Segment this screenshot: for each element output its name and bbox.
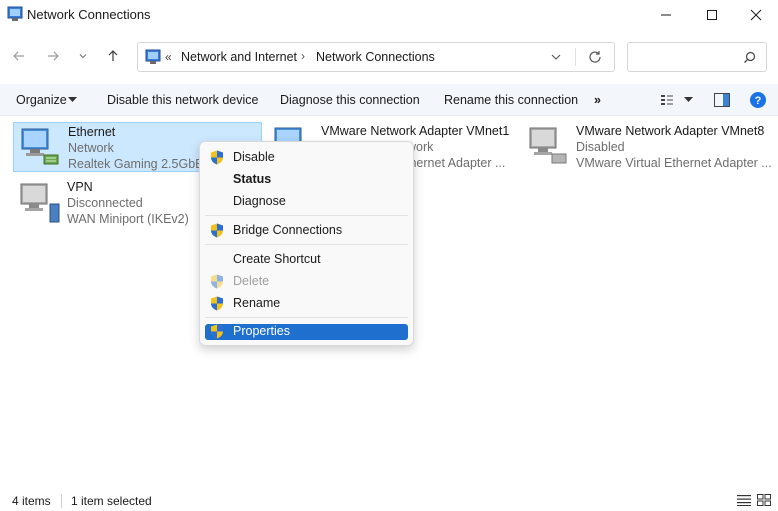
maximize-icon	[707, 10, 717, 20]
item-text: VPN Disconnected WAN Miniport (IKEv2)	[67, 179, 189, 227]
close-icon	[750, 9, 762, 21]
address-dropdown-icon[interactable]	[550, 51, 562, 63]
item-text: VMware Network Adapter VMnet8 Disabled V…	[576, 123, 772, 171]
up-button[interactable]	[101, 42, 125, 70]
status-divider	[61, 494, 62, 508]
maximize-button[interactable]	[690, 0, 734, 30]
menu-item-label: Create Shortcut	[233, 252, 321, 266]
rename-connection-button[interactable]: Rename this connection	[444, 93, 578, 107]
help-icon[interactable]: ?	[750, 92, 766, 108]
menu-item-bridge-connections[interactable]: Bridge Connections	[205, 222, 408, 240]
minimize-icon	[661, 14, 671, 16]
refresh-icon[interactable]	[587, 49, 603, 65]
menu-item-create-shortcut[interactable]: Create Shortcut	[205, 251, 408, 269]
item-name: VMware Network Adapter VMnet8	[576, 124, 765, 138]
menu-item-status[interactable]: Status	[205, 171, 408, 189]
item-name: VMware Network Adapter VMnet1	[321, 124, 510, 138]
selection-count: 1 item selected	[71, 494, 152, 508]
breadcrumb-separator: ›	[301, 49, 305, 63]
item-device: Realtek Gaming 2.5GbE F	[68, 157, 215, 171]
change-view-icon[interactable]	[660, 93, 674, 107]
details-view-icon[interactable]	[737, 494, 751, 506]
address-bar[interactable]: « Network and Internet › Network Connect…	[137, 42, 615, 72]
connection-item-vmnet8[interactable]: VMware Network Adapter VMnet8 Disabled V…	[522, 122, 772, 172]
arrow-left-icon	[13, 51, 24, 61]
search-box[interactable]	[627, 42, 767, 72]
organize-caret-icon[interactable]	[68, 97, 77, 103]
context-menu: Disable Status Diagnose Bridge Connectio…	[199, 141, 414, 346]
item-status: Disabled	[576, 140, 625, 154]
menu-separator	[205, 244, 408, 245]
diagnose-connection-button[interactable]: Diagnose this connection	[280, 93, 420, 107]
menu-item-label: Disable	[233, 150, 275, 164]
window-title: Network Connections	[27, 7, 151, 22]
arrow-right-icon	[48, 51, 59, 61]
disable-device-button[interactable]: Disable this network device	[107, 93, 258, 107]
item-status: Disconnected	[67, 196, 143, 210]
large-icons-view-icon[interactable]	[757, 494, 771, 506]
menu-item-label: Diagnose	[233, 194, 286, 208]
uac-shield-icon	[211, 274, 223, 289]
menu-item-rename[interactable]: Rename	[205, 295, 408, 313]
menu-separator	[205, 215, 408, 216]
disabled-adapter-icon	[529, 127, 567, 164]
svg-text:?: ?	[755, 95, 762, 107]
item-status: Network	[68, 141, 114, 155]
forward-button[interactable]	[41, 42, 65, 70]
network-connections-app-icon	[7, 6, 23, 21]
menu-item-label: Bridge Connections	[233, 223, 343, 237]
menu-item-label: Properties	[233, 324, 290, 338]
breadcrumb-overflow[interactable]: «	[165, 50, 172, 64]
item-count: 4 items	[12, 494, 51, 508]
item-name: VPN	[67, 180, 93, 194]
menu-item-delete: Delete	[205, 273, 408, 291]
uac-shield-icon	[211, 296, 223, 311]
menu-item-diagnose[interactable]: Diagnose	[205, 193, 408, 211]
uac-shield-icon	[211, 324, 223, 339]
menu-separator	[205, 317, 408, 318]
address-divider	[575, 48, 576, 66]
item-device: WAN Miniport (IKEv2)	[67, 212, 189, 226]
back-button[interactable]	[7, 42, 31, 70]
recent-locations-button[interactable]	[73, 42, 93, 70]
minimize-button[interactable]	[644, 0, 688, 30]
arrow-up-icon	[108, 50, 118, 61]
vpn-adapter-icon	[20, 183, 60, 223]
preview-pane-icon[interactable]	[714, 93, 730, 107]
close-button[interactable]	[734, 0, 778, 30]
uac-shield-icon	[211, 223, 223, 238]
menu-item-label: Rename	[233, 296, 281, 310]
chevron-down-icon	[79, 54, 87, 59]
search-icon[interactable]	[743, 51, 756, 64]
breadcrumb-network-connections[interactable]: Network Connections	[316, 50, 435, 64]
breadcrumb-network-and-internet[interactable]: Network and Internet	[181, 50, 297, 64]
menu-item-disable[interactable]: Disable	[205, 149, 408, 167]
command-bar: Organize Disable this network device Dia…	[0, 84, 778, 116]
ethernet-adapter-icon	[21, 128, 59, 165]
menu-item-label: Delete	[233, 274, 270, 288]
item-name: Ethernet	[68, 125, 116, 139]
item-text: Ethernet Network Realtek Gaming 2.5GbE F	[68, 124, 215, 172]
menu-item-properties[interactable]: Properties	[205, 324, 408, 340]
more-commands-button[interactable]: »	[594, 93, 601, 107]
item-device: VMware Virtual Ethernet Adapter ...	[576, 156, 772, 170]
network-folder-icon	[145, 49, 161, 64]
menu-item-label: Status	[233, 172, 272, 186]
view-caret-icon[interactable]	[684, 97, 693, 103]
organize-button[interactable]: Organize	[16, 93, 67, 107]
uac-shield-icon	[211, 150, 223, 165]
